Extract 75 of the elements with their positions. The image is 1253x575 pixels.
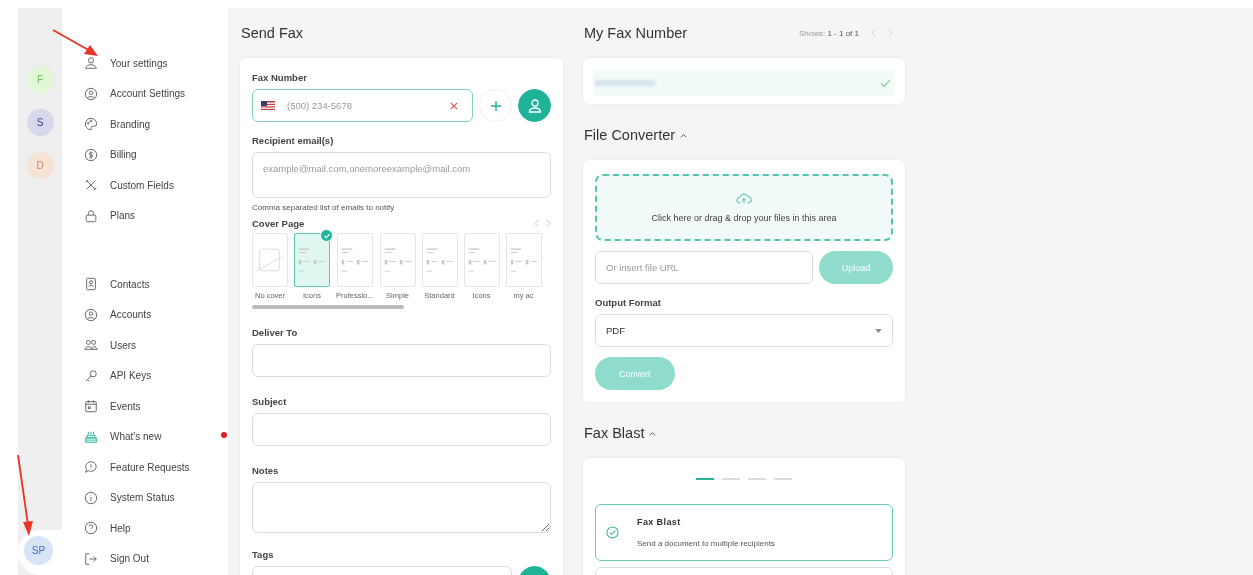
menu-item[interactable]: API Keys — [84, 360, 228, 391]
document-preview-icon — [509, 248, 538, 272]
section-title: Fax Blast — [584, 424, 645, 442]
contact-button[interactable] — [518, 89, 551, 122]
menu-item[interactable]: What's new — [84, 421, 228, 452]
menu-item[interactable]: Help — [84, 513, 228, 544]
drop-zone[interactable]: Click here or drag & drop your files in this area — [595, 174, 893, 241]
menu-item[interactable]: Plans — [84, 200, 228, 231]
fax-number-row[interactable] — [593, 70, 895, 96]
fax-blast-option[interactable]: Fax Blast Send a document to multiple recipients — [595, 504, 893, 561]
field-label: Subject — [252, 396, 288, 407]
check-icon — [320, 229, 333, 242]
step-indicator[interactable] — [696, 478, 714, 480]
notes-field[interactable] — [252, 482, 551, 533]
menu-item[interactable]: Accounts — [84, 299, 228, 330]
menu-item[interactable]: Account Settings — [84, 78, 228, 109]
step-indicator[interactable] — [774, 478, 792, 480]
document-preview-icon — [298, 248, 326, 272]
field-label: Tags — [252, 549, 275, 560]
blank-page-icon — [256, 248, 284, 272]
field-label: Recipient email(s) — [252, 135, 335, 146]
recipient-email-field[interactable]: example@mail.com,onemoreexample@mail.com — [252, 152, 551, 198]
field-label: Cover Page — [252, 218, 306, 229]
fax-number-field[interactable]: (500) 234-5678 — [252, 89, 473, 122]
document-preview-icon — [467, 248, 496, 272]
menu-item[interactable]: Your settings — [84, 48, 228, 79]
menu-item[interactable]: Custom Fields — [84, 170, 228, 201]
menu-item[interactable]: Branding — [84, 109, 228, 140]
chevron-left-icon[interactable] — [534, 219, 539, 228]
file-url-field[interactable]: Or insert file URL — [595, 251, 813, 284]
section-title: Send Fax — [241, 24, 305, 42]
step-indicator[interactable] — [748, 478, 766, 480]
field-label: Fax Number — [252, 72, 308, 83]
workspace-avatar[interactable]: S — [26, 109, 54, 136]
arrow-drawing — [52, 28, 99, 57]
step-indicator[interactable] — [722, 478, 740, 480]
field-label: Notes — [252, 465, 280, 476]
chevron-right-icon[interactable] — [888, 29, 893, 37]
subject-field[interactable] — [252, 413, 551, 446]
hint-text: Comma separated list of emails to notify — [252, 203, 396, 212]
section-title: File Converter — [584, 126, 676, 144]
plus-icon — [489, 99, 502, 112]
document-preview-icon — [340, 248, 369, 272]
option-title: Fax Blast — [637, 517, 682, 527]
scrollbar[interactable] — [252, 305, 404, 309]
output-format-dropdown[interactable]: PDF — [595, 314, 893, 347]
menu-item[interactable]: Sign Out — [84, 543, 228, 574]
pager-text: Shows: 1 - 1 of 1 — [798, 28, 859, 38]
field-label: Deliver To — [252, 327, 299, 338]
field-label: Output Format — [595, 297, 662, 308]
clear-icon[interactable] — [450, 102, 458, 110]
menu-item[interactable]: System Status — [84, 482, 228, 513]
chevron-right-icon[interactable] — [546, 219, 551, 228]
section-title: My Fax Number — [584, 24, 689, 42]
flag-icon — [261, 101, 275, 110]
menu-item[interactable]: Billing — [84, 139, 228, 170]
menu-item[interactable]: Users — [84, 330, 228, 361]
document-preview-icon — [425, 248, 454, 272]
caret-icon[interactable] — [649, 430, 657, 436]
check-circle-icon — [606, 526, 619, 539]
menu-item[interactable]: Contacts — [84, 269, 228, 300]
menu-item[interactable]: Feature Requests — [84, 452, 228, 483]
cloud-upload-icon — [736, 192, 752, 205]
add-button[interactable] — [479, 89, 512, 122]
check-icon — [880, 78, 891, 88]
deliver-to-field[interactable] — [252, 344, 551, 377]
document-preview-icon — [383, 248, 412, 272]
redacted-number — [595, 80, 655, 86]
caret-icon[interactable] — [680, 132, 688, 138]
user-avatar[interactable]: SP — [24, 536, 53, 565]
menu-item[interactable]: Events — [84, 391, 228, 422]
user-icon — [526, 97, 543, 114]
option-description: Send a document to multiple recipients — [637, 539, 775, 548]
dropdown-arrow-icon — [875, 328, 882, 333]
chevron-left-icon[interactable] — [871, 29, 876, 37]
